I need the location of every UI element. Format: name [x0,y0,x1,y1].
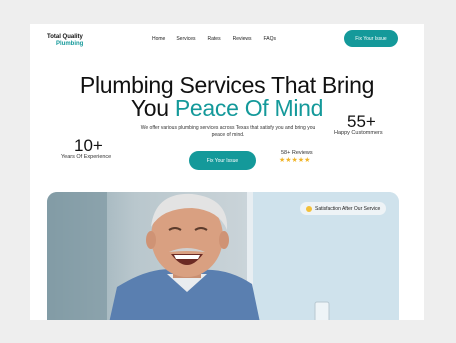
smile-emoji-icon [306,205,312,212]
brand-name-line2: Plumbing [56,41,84,47]
header-fix-issue-button[interactable]: Fix Your Issue [344,30,398,47]
nav-link-home[interactable]: Home [152,36,165,42]
brand-name-line1: Total Quality [47,34,83,40]
nav-link-services[interactable]: Services [176,36,195,42]
hero-fix-issue-button[interactable]: Fix Your Issue [189,151,256,170]
hero-title-accent: Peace Of Mind [174,95,324,121]
nav-link-faqs[interactable]: FAQs [264,36,277,42]
stat-years-value: 10+ [74,136,103,155]
stat-happy-customers-value: 55+ [347,112,376,131]
brand-logo[interactable]: Total Quality Plumbing [47,34,83,48]
satisfaction-badge-label: Satisfaction After Our Service [315,205,381,212]
main-nav: Home Services Rates Reviews FAQs [152,36,288,42]
nav-link-reviews[interactable]: Reviews [233,36,252,42]
page-frame: Total Quality Plumbing Home Services Rat… [30,24,424,320]
nav-link-rates[interactable]: Rates [208,36,221,42]
hero-title-prefix: You [130,95,175,121]
hero-description: We offer various plumbing services acros… [140,125,316,138]
star-rating-icon: ★★★★★ [279,157,311,164]
hero-photo: Satisfaction After Our Service [47,192,399,320]
stat-happy-customers-label: Happy Custommers [334,130,383,136]
satisfaction-badge: Satisfaction After Our Service [300,202,387,215]
stat-years-label: Years Of Experience [61,154,112,160]
